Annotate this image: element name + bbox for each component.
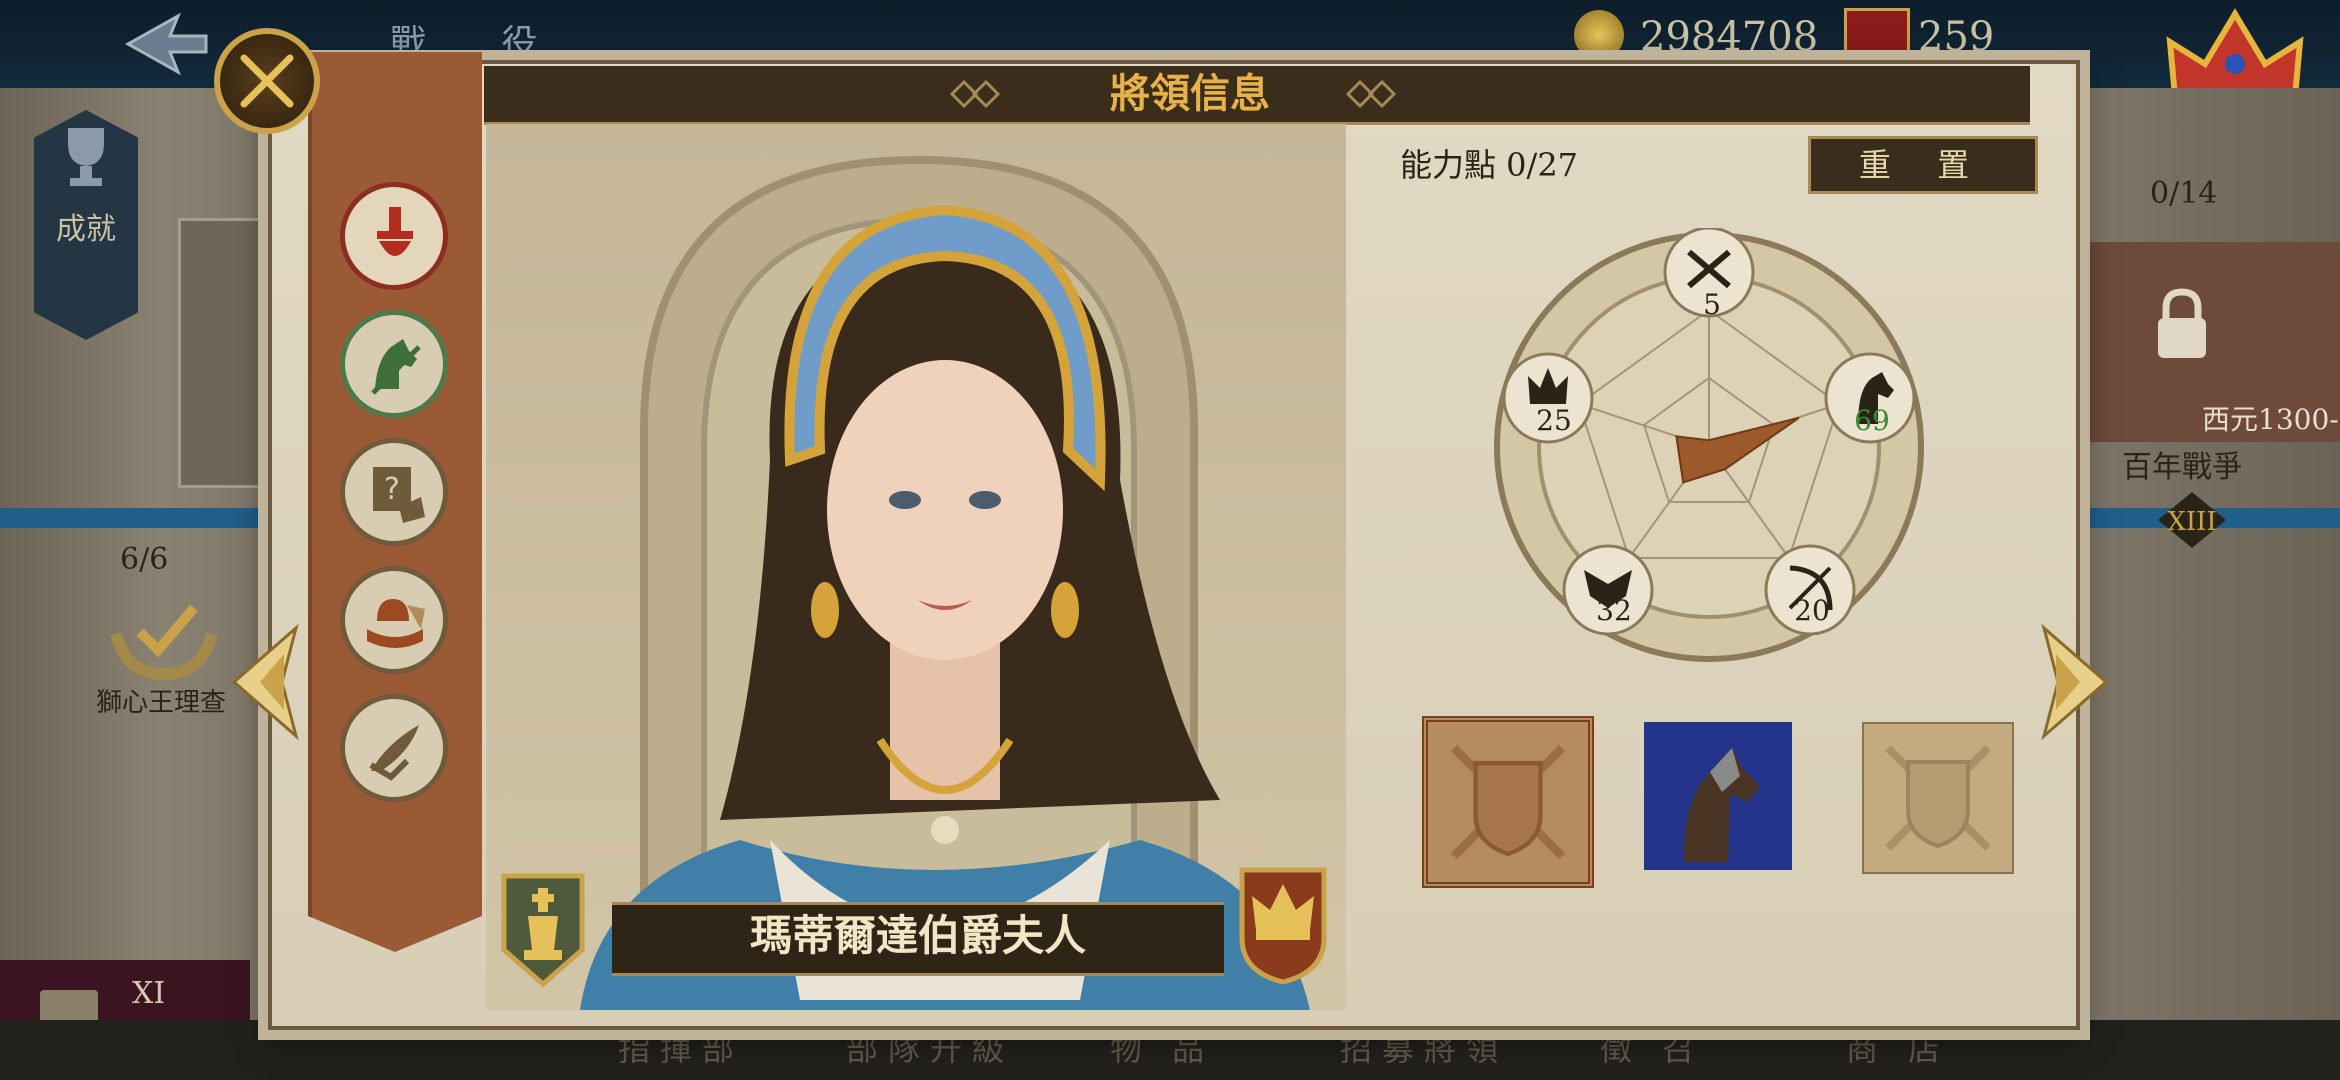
close-icon xyxy=(240,54,294,108)
armored-horse-icon xyxy=(1683,748,1760,862)
left-progress-count: 6/6 xyxy=(120,542,169,577)
left-progress-strip xyxy=(0,508,270,528)
chapter-numeral: XI xyxy=(132,976,166,1011)
stat-crown-value: 25 xyxy=(1536,404,1572,437)
bottom-nav-conscript[interactable]: 徵 召 xyxy=(1600,1024,1704,1072)
trophy-icon xyxy=(68,128,104,186)
hero-name: 瑪蒂爾達伯爵夫人 xyxy=(749,911,1086,960)
bottom-nav-items[interactable]: 物 品 xyxy=(1110,1024,1214,1072)
bottom-nav-unit-upgrade[interactable]: 部隊升級 xyxy=(846,1024,1014,1072)
gold-count: 2984708 xyxy=(1640,14,1819,60)
title-ornament-left-icon xyxy=(950,80,1000,108)
question-scroll-icon: ? xyxy=(373,467,425,523)
knight-portrait-icon xyxy=(377,207,413,256)
money-bag-icon xyxy=(367,599,425,648)
tab-quill[interactable] xyxy=(340,694,448,802)
laurel-check-icon xyxy=(110,604,218,680)
achievement-label: 成就 xyxy=(56,212,116,247)
stat-infantry-value: 5 xyxy=(1703,288,1721,321)
chapter-xiii-badge: XIII xyxy=(2158,492,2226,548)
lock-icon xyxy=(2158,288,2206,358)
crown-shield-icon xyxy=(1239,867,1327,984)
chapter-xiii-label: XIII xyxy=(2167,507,2216,537)
equipment-slot-horse[interactable] xyxy=(1644,722,1792,870)
previous-hero-arrow-icon[interactable] xyxy=(226,624,300,740)
stat-archery-value: 20 xyxy=(1794,594,1830,627)
stat-eagle-value: 32 xyxy=(1596,594,1632,627)
tab-items[interactable] xyxy=(340,566,448,674)
shield-swords-icon xyxy=(1450,744,1566,860)
ability-points-label: 能力點 0/27 xyxy=(1400,146,1579,184)
next-hero-arrow-icon[interactable] xyxy=(2040,624,2114,740)
banner-count: 259 xyxy=(1918,14,1995,60)
close-button[interactable] xyxy=(214,28,320,134)
tab-general-info[interactable] xyxy=(340,182,448,290)
bottom-nav-recruit[interactable]: 招募將領 xyxy=(1340,1024,1508,1072)
chess-king-badge-icon xyxy=(501,873,585,988)
right-era-label: 西元1300- xyxy=(2202,403,2339,436)
reset-button[interactable]: 重 置 xyxy=(1808,136,2038,194)
right-war-name: 百年戰爭 xyxy=(2122,450,2242,485)
equipment-slot-empty[interactable] xyxy=(1862,722,2014,874)
tab-cavalry[interactable] xyxy=(340,310,448,418)
hero-portrait xyxy=(580,204,1310,1010)
right-progress-count: 0/14 xyxy=(2150,176,2218,211)
banner-icon xyxy=(1844,8,1910,58)
stat-cavalry-value: 69 xyxy=(1854,404,1890,437)
back-arrow-icon[interactable] xyxy=(118,8,208,80)
bottom-nav-shop[interactable]: 商 店 xyxy=(1846,1024,1950,1072)
bottom-nav-headquarters[interactable]: 指揮部 xyxy=(618,1024,744,1072)
shield-swords-icon xyxy=(1885,745,1991,851)
svg-text:?: ? xyxy=(384,472,400,507)
dialog-title: 將領信息 xyxy=(1110,70,1270,117)
gold-coin-icon xyxy=(1574,10,1624,60)
horse-sword-icon xyxy=(371,339,421,395)
title-ornament-right-icon xyxy=(1346,80,1396,108)
equipment-slot-empty-selected[interactable] xyxy=(1422,716,1594,888)
right-background xyxy=(2070,88,2340,1080)
quill-scroll-icon xyxy=(369,725,419,781)
tab-unknown-skill[interactable]: ? xyxy=(340,438,448,546)
left-hero-name: 獅心王理查 xyxy=(96,688,227,718)
left-campaign-card[interactable] xyxy=(178,218,270,488)
